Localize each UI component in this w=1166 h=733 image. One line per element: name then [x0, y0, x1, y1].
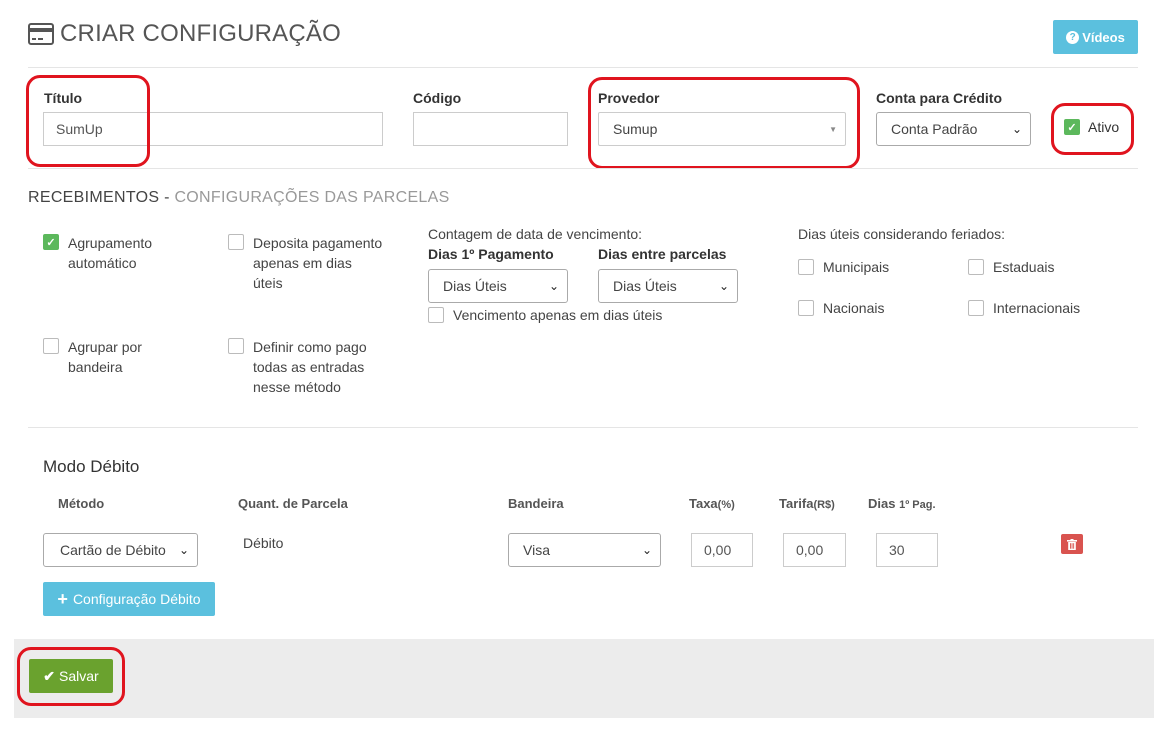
checkbox-box — [228, 234, 244, 250]
highlight-ring — [17, 647, 125, 706]
videos-button-label: Vídeos — [1082, 29, 1125, 45]
chevron-down-icon: ⌄ — [718, 279, 729, 293]
credit-card-icon — [28, 23, 54, 45]
highlight-ring — [26, 75, 150, 167]
header-quant: Quant. de Parcela — [238, 496, 348, 511]
agrupamento-label: Agrupamento — [68, 235, 153, 251]
highlight-ring — [1051, 103, 1134, 155]
bandeira-select[interactable]: Visa ⌄ — [508, 533, 661, 567]
add-debito-config-button[interactable]: + Configuração Débito — [43, 582, 215, 616]
chevron-down-icon: ⌄ — [178, 543, 189, 557]
header-dias-text: Dias — [868, 496, 896, 511]
divider — [28, 168, 1138, 169]
check-icon: ✓ — [43, 234, 59, 250]
municipais-checkbox[interactable]: Municipais — [798, 257, 889, 277]
tarifa-input[interactable]: 0,00 — [783, 533, 846, 567]
metodo-select[interactable]: Cartão de Débito ⌄ — [43, 533, 198, 567]
dias-entre-select[interactable]: Dias Úteis ⌄ — [598, 269, 738, 303]
dias-input[interactable]: 30 — [876, 533, 938, 567]
recebimentos-separator: - — [159, 189, 175, 206]
header-tarifa: Tarifa(R$) — [779, 496, 835, 511]
header-taxa: Taxa(%) — [689, 496, 735, 511]
dias-primeiro-label: Dias 1º Pagamento — [428, 246, 554, 262]
nacionais-label: Nacionais — [823, 300, 885, 316]
header-bandeira: Bandeira — [508, 496, 564, 511]
header-tarifa-unit: (R$) — [813, 499, 835, 511]
recebimentos-title-main: RECEBIMENTOS — [28, 189, 160, 206]
add-debito-config-label: Configuração Débito — [72, 591, 201, 607]
feriados-heading: Dias úteis considerando feriados: — [798, 226, 1006, 242]
vencimento-heading: Contagem de data de vencimento: — [428, 226, 643, 242]
vencimento-uteis-checkbox[interactable]: Vencimento apenas em dias úteis — [428, 305, 662, 325]
header-metodo: Método — [58, 496, 105, 511]
checkbox-box — [228, 338, 244, 354]
header-tarifa-text: Tarifa — [779, 496, 814, 511]
agrupar-bandeira-checkbox[interactable]: Agrupar por bandeira — [43, 338, 142, 377]
checkbox-box — [43, 338, 59, 354]
estaduais-checkbox[interactable]: Estaduais — [968, 257, 1054, 277]
divider — [28, 427, 1138, 428]
bandeira-value: Visa — [523, 542, 550, 558]
agrupar-bandeira-label-2: bandeira — [68, 359, 123, 375]
checkbox-box — [968, 300, 984, 316]
deposita-label: Deposita pagamento — [253, 235, 383, 251]
header-dias-unit: 1º Pag. — [899, 499, 936, 511]
internacionais-checkbox[interactable]: Internacionais — [968, 298, 1080, 318]
dias-entre-value: Dias Úteis — [613, 278, 677, 294]
recebimentos-subtitle: CONFIGURAÇÕES DAS PARCELAS — [174, 189, 450, 206]
delete-row-button[interactable] — [1061, 534, 1083, 554]
videos-button[interactable]: ? Vídeos — [1053, 20, 1138, 54]
agrupar-bandeira-label: Agrupar por — [68, 339, 142, 355]
header-taxa-text: Taxa — [689, 496, 718, 511]
checkbox-box — [428, 307, 444, 323]
agrupamento-checkbox[interactable]: ✓ Agrupamento automático — [43, 234, 152, 273]
debito-title: Modo Débito — [43, 457, 140, 476]
conta-label: Conta para Crédito — [876, 90, 1003, 106]
deposita-label-2: apenas em dias — [253, 255, 352, 271]
checkbox-box — [798, 259, 814, 275]
definir-pago-label-3: nesse método — [253, 379, 341, 395]
form-footer — [14, 639, 1154, 718]
deposita-label-3: úteis — [253, 275, 283, 291]
dias-entre-label: Dias entre parcelas — [598, 246, 727, 262]
dias-primeiro-value: Dias Úteis — [443, 278, 507, 294]
question-icon: ? — [1066, 30, 1080, 44]
conta-value: Conta Padrão — [891, 121, 978, 137]
checkbox-box — [798, 300, 814, 316]
estaduais-label: Estaduais — [993, 259, 1055, 275]
conta-select[interactable]: Conta Padrão ⌄ — [876, 112, 1031, 146]
deposita-checkbox[interactable]: Deposita pagamento apenas em dias úteis — [228, 234, 382, 293]
page-title-text: CRIAR CONFIGURAÇÃO — [60, 20, 341, 47]
codigo-label: Código — [413, 90, 462, 106]
chevron-down-icon: ⌄ — [548, 279, 559, 293]
definir-pago-checkbox[interactable]: Definir como pago todas as entradas ness… — [228, 338, 367, 397]
dias-primeiro-select[interactable]: Dias Úteis ⌄ — [428, 269, 568, 303]
definir-pago-label-2: todas as entradas — [253, 359, 365, 375]
highlight-ring — [588, 77, 860, 169]
nacionais-checkbox[interactable]: Nacionais — [798, 298, 884, 318]
municipais-label: Municipais — [823, 259, 890, 275]
checkbox-box — [968, 259, 984, 275]
agrupamento-label-2: automático — [68, 255, 137, 271]
header-taxa-unit: (%) — [717, 499, 735, 511]
chevron-down-icon: ⌄ — [641, 543, 652, 557]
divider — [28, 67, 1138, 68]
quant-value: Débito — [243, 535, 284, 551]
recebimentos-title: RECEBIMENTOS - CONFIGURAÇÕES DAS PARCELA… — [28, 189, 450, 207]
taxa-input[interactable]: 0,00 — [691, 533, 753, 567]
trash-icon — [1067, 538, 1077, 550]
codigo-input[interactable] — [413, 112, 568, 146]
chevron-down-icon: ⌄ — [1011, 122, 1022, 136]
metodo-value: Cartão de Débito — [60, 542, 166, 558]
plus-icon: + — [57, 589, 68, 609]
internacionais-label: Internacionais — [993, 300, 1081, 316]
page-title: CRIAR CONFIGURAÇÃO — [28, 20, 341, 48]
header-dias: Dias 1º Pag. — [868, 496, 936, 511]
definir-pago-label: Definir como pago — [253, 339, 367, 355]
vencimento-uteis-label: Vencimento apenas em dias úteis — [453, 307, 663, 323]
